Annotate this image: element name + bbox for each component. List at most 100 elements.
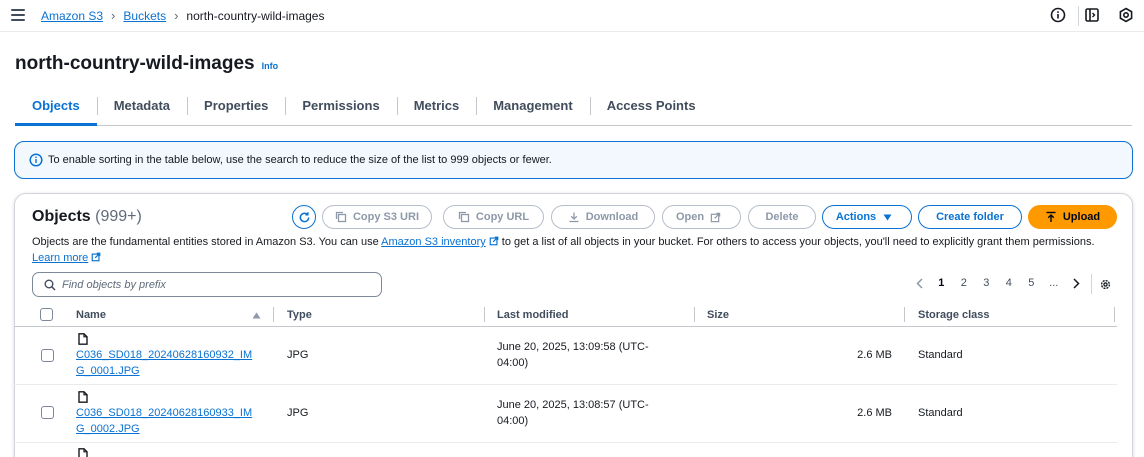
- object-size: 2.6 MB: [857, 349, 892, 361]
- gear-icon[interactable]: [1099, 278, 1112, 291]
- object-last-modified: June 20, 2025, 13:08:57 (UTC- 04:00): [497, 397, 649, 429]
- divider: [1114, 307, 1115, 322]
- copy-s3-uri-button[interactable]: Copy S3 URI: [322, 205, 432, 229]
- external-link-icon: [91, 252, 101, 262]
- caret-down-icon: [883, 214, 892, 220]
- object-storage-class: Standard: [918, 407, 963, 419]
- object-last-modified: June 20, 2025, 13:09:58 (UTC- 04:00): [497, 339, 649, 371]
- desc-text-1: Objects are the fundamental entities sto…: [32, 236, 382, 248]
- tab-access-points[interactable]: Access Points: [589, 94, 713, 125]
- refresh-button[interactable]: [292, 205, 316, 229]
- create-folder-label: Create folder: [936, 211, 1004, 223]
- tab-permissions[interactable]: Permissions: [285, 94, 396, 125]
- inventory-link[interactable]: Amazon S3 inventory: [381, 236, 486, 248]
- objects-title: Objects: [32, 208, 91, 225]
- settings-icon[interactable]: [1118, 7, 1134, 23]
- breadcrumb: Amazon S3 › Buckets › north-country-wild…: [41, 8, 324, 23]
- column-type[interactable]: Type: [287, 309, 312, 321]
- column-size[interactable]: Size: [707, 309, 729, 321]
- object-size: 2.6 MB: [857, 407, 892, 419]
- tab-management[interactable]: Management: [476, 94, 589, 125]
- tab-metadata[interactable]: Metadata: [96, 94, 187, 125]
- table-header: Name Type Last modified Size Storage cla…: [14, 307, 1117, 327]
- desc-text-2: to get a list of all objects in your buc…: [498, 236, 1095, 248]
- column-storage-class[interactable]: Storage class: [918, 309, 990, 321]
- object-name-link[interactable]: C036_SD018_20240628160932_IM G_0001.JPG: [76, 347, 266, 379]
- download-button[interactable]: Download: [551, 205, 655, 229]
- copy-url-button[interactable]: Copy URL: [443, 205, 544, 229]
- info-alert: To enable sorting in the table below, us…: [14, 141, 1133, 179]
- copy-icon: [458, 211, 470, 223]
- tab-properties[interactable]: Properties: [187, 94, 285, 125]
- row-checkbox[interactable]: [41, 406, 54, 419]
- search-icon: [44, 279, 56, 291]
- page-1[interactable]: 1: [930, 277, 953, 289]
- modified-line-1: June 20, 2025, 13:08:57 (UTC-: [497, 399, 649, 411]
- page-4[interactable]: 4: [998, 277, 1021, 289]
- tab-bar: Objects Metadata Properties Permissions …: [15, 94, 1132, 126]
- objects-count: (999+): [95, 208, 142, 225]
- info-icon: [29, 153, 43, 167]
- search-input[interactable]: [62, 276, 372, 293]
- breadcrumb-amazon-s3[interactable]: Amazon S3: [41, 9, 103, 23]
- upload-icon: [1046, 211, 1056, 222]
- divider: [273, 307, 274, 322]
- chevron-right-icon: ›: [111, 8, 116, 23]
- tab-metrics[interactable]: Metrics: [396, 94, 477, 125]
- actions-dropdown[interactable]: Actions: [822, 205, 912, 229]
- modified-line-2: 04:00): [497, 415, 529, 427]
- objects-description: Objects are the fundamental entities sto…: [32, 234, 1102, 266]
- object-name-line-1: C036_SD018_20240628160933_IM: [76, 407, 253, 419]
- object-name-line-2: G_0001.JPG: [76, 365, 140, 377]
- object-storage-class: Standard: [918, 349, 963, 361]
- object-name-link[interactable]: C036_SD018_20240628160933_IM G_0002.JPG: [76, 405, 266, 437]
- chevron-left-icon[interactable]: [908, 276, 930, 290]
- chevron-right-icon[interactable]: [1065, 276, 1087, 290]
- download-label: Download: [585, 211, 639, 223]
- objects-heading: Objects (999+): [32, 208, 142, 226]
- column-name[interactable]: Name: [76, 309, 106, 321]
- select-all-checkbox[interactable]: [40, 308, 53, 321]
- sort-ascending-icon[interactable]: [252, 312, 261, 319]
- copy-url-label: Copy URL: [475, 211, 530, 223]
- info-circle-icon[interactable]: [1050, 7, 1066, 23]
- open-label: Open: [675, 211, 705, 223]
- page-3[interactable]: 3: [975, 277, 998, 289]
- file-icon: [78, 448, 88, 457]
- file-icon: [78, 333, 88, 345]
- tab-objects[interactable]: Objects: [15, 94, 97, 126]
- divider: [904, 307, 905, 322]
- chevron-right-icon: ›: [174, 8, 179, 23]
- copy-s3-uri-label: Copy S3 URI: [352, 211, 419, 223]
- page-5[interactable]: 5: [1020, 277, 1043, 289]
- upload-button[interactable]: Upload: [1028, 205, 1117, 229]
- open-button[interactable]: Open: [662, 205, 741, 229]
- column-last-modified[interactable]: Last modified: [497, 309, 569, 321]
- divider: [1078, 6, 1079, 26]
- file-icon: [78, 391, 88, 403]
- delete-button[interactable]: Delete: [748, 205, 816, 229]
- breadcrumb-buckets[interactable]: Buckets: [123, 9, 166, 23]
- modified-line-2: 04:00): [497, 357, 529, 369]
- pagination: 1 2 3 4 5 ...: [908, 276, 1087, 290]
- menu-icon[interactable]: [11, 9, 25, 21]
- page-2[interactable]: 2: [953, 277, 976, 289]
- learn-more-link[interactable]: Learn more: [32, 252, 88, 264]
- copy-icon: [335, 211, 347, 223]
- actions-label: Actions: [835, 211, 877, 223]
- row-checkbox[interactable]: [41, 349, 54, 362]
- divider: [694, 307, 695, 322]
- create-folder-button[interactable]: Create folder: [918, 205, 1022, 229]
- modified-line-1: June 20, 2025, 13:09:58 (UTC-: [497, 341, 649, 353]
- divider: [1091, 274, 1092, 294]
- alert-text: To enable sorting in the table below, us…: [48, 154, 552, 166]
- page-ellipsis: ...: [1049, 277, 1059, 289]
- object-name-line-1: C036_SD018_20240628160932_IM: [76, 349, 253, 361]
- side-panel-icon[interactable]: [1084, 7, 1100, 23]
- download-icon: [569, 212, 579, 223]
- object-name-line-2: G_0002.JPG: [76, 423, 140, 435]
- refresh-icon: [299, 211, 309, 222]
- upload-label: Upload: [1062, 211, 1101, 223]
- info-link[interactable]: Info: [262, 61, 279, 71]
- table-row: C036_SD018_20240628160933_IM G_0002.JPG J…: [14, 386, 1117, 443]
